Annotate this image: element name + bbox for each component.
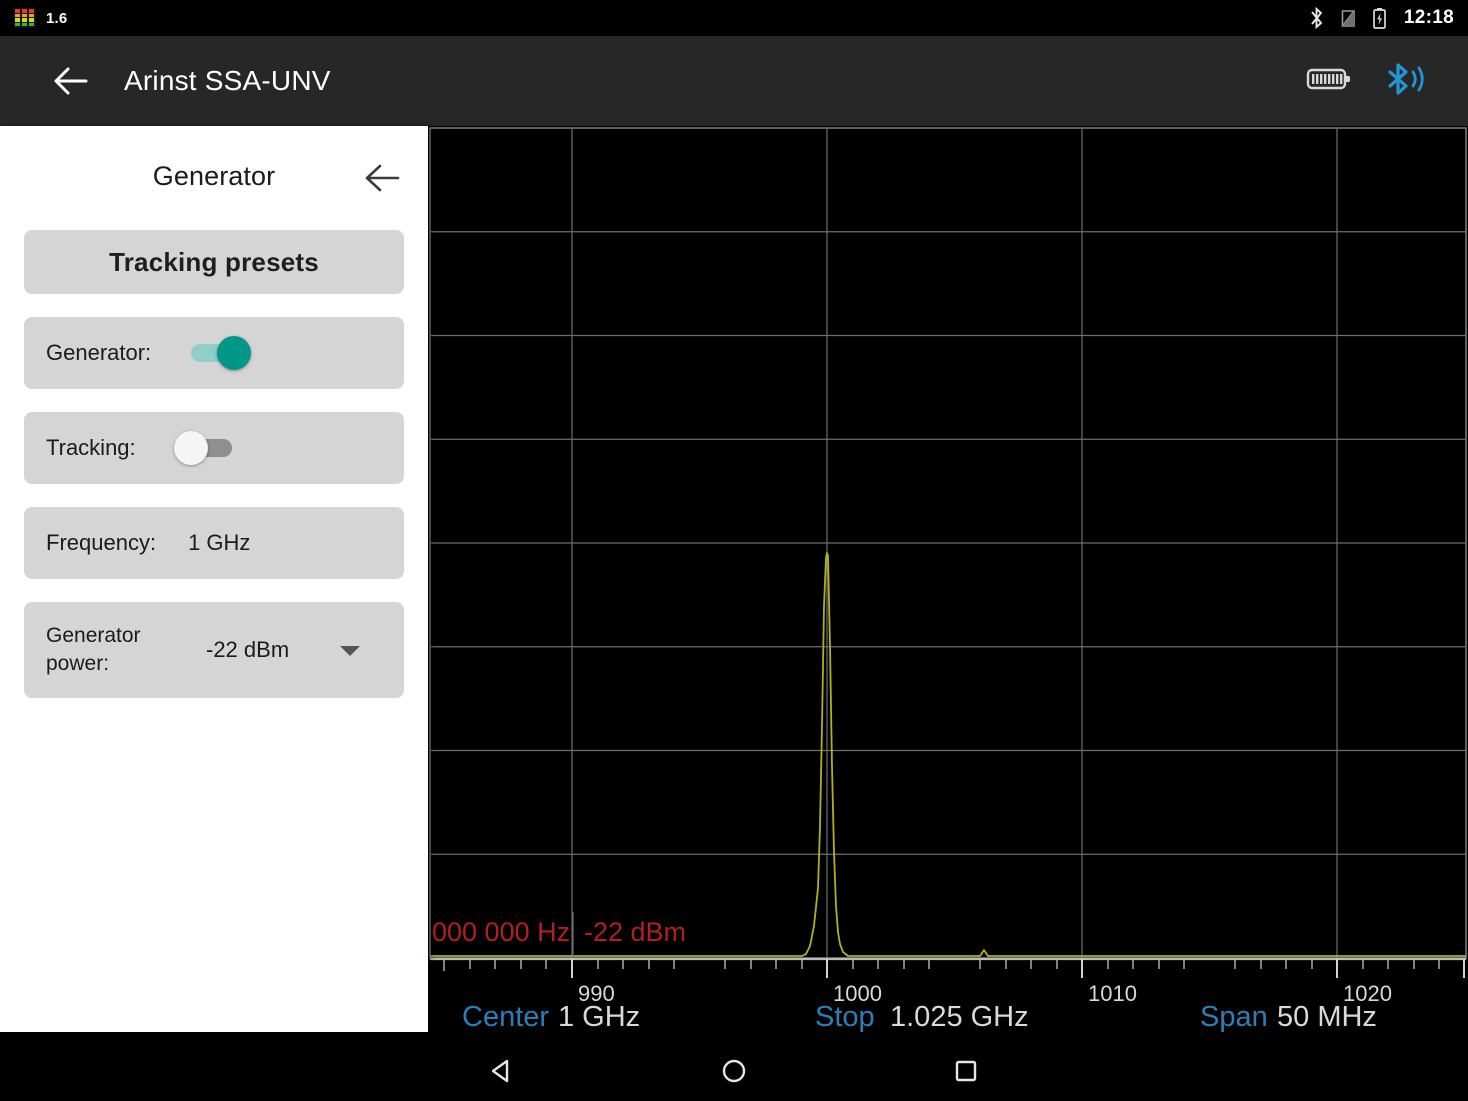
bluetooth-connected-icon[interactable]: [1382, 59, 1428, 104]
app-bar-actions: [1306, 59, 1446, 104]
battery-charging-icon: [1373, 7, 1386, 29]
frequency-label: Frequency:: [46, 530, 157, 555]
battery-full-icon[interactable]: [1306, 65, 1352, 98]
span-value: 50 MHz: [1277, 1001, 1377, 1033]
center-value: 1 GHz: [558, 1001, 640, 1033]
android-navigation-bar: [0, 1041, 1468, 1101]
generator-power-label: Generator power:: [46, 622, 196, 678]
generator-drawer: Generator Tracking presets Generator: Tr…: [0, 126, 428, 1032]
frequency-row[interactable]: Frequency: 1 GHz: [24, 507, 404, 579]
status-bar: 1.6 12:18: [0, 0, 1468, 36]
status-bar-left: 1.6: [14, 8, 67, 28]
switch-thumb: [217, 336, 252, 370]
circle-home-icon[interactable]: [704, 1048, 764, 1094]
status-bar-clock: 12:18: [1403, 7, 1454, 28]
tracking-toggle-switch[interactable]: [173, 431, 238, 465]
marker-frequency-text: 000 000 Hz: [432, 917, 570, 947]
app-title: Arinst SSA-UNV: [124, 65, 331, 96]
generator-power-label-line2: power:: [46, 652, 110, 675]
generator-toggle-switch[interactable]: [189, 336, 253, 370]
status-bar-right: 12:18: [1307, 7, 1454, 30]
status-bar-app-label: 1.6: [46, 9, 68, 27]
back-arrow-icon[interactable]: [48, 58, 94, 104]
tracking-presets-button[interactable]: Tracking presets: [24, 230, 404, 294]
generator-power-row[interactable]: Generator power: -22 dBm: [24, 602, 404, 698]
center-label: Center: [462, 1001, 549, 1033]
stop-value: 1.025 GHz: [890, 1001, 1029, 1033]
generator-toggle-row[interactable]: Generator:: [24, 317, 404, 389]
panel-title: Generator: [152, 160, 276, 191]
mute-icon: [1341, 10, 1355, 27]
square-recents-icon[interactable]: [936, 1048, 996, 1094]
generator-toggle-label: Generator:: [46, 340, 152, 365]
tracking-toggle-row[interactable]: Tracking:: [24, 412, 404, 484]
generator-power-label-line1: Generator: [46, 624, 141, 647]
chart-footer: Center 1 GHz Stop 1.025 GHz Span 50 MHz: [462, 1001, 1377, 1033]
back-arrow-icon[interactable]: [360, 156, 404, 200]
device-screen: 1.6 12:18 Arinst SSA-UNV 000 000 Hz -22 …: [0, 0, 1468, 1101]
chevron-down-icon[interactable]: [340, 646, 360, 656]
app-bar: Arinst SSA-UNV: [0, 36, 1468, 126]
marker-level-text: -22 dBm: [584, 917, 686, 947]
x-tick-label: 1010: [1088, 981, 1137, 1006]
bluetooth-icon: [1311, 7, 1323, 29]
triangle-back-icon[interactable]: [472, 1048, 532, 1094]
equalizer-icon: [14, 8, 36, 28]
tracking-toggle-label: Tracking:: [46, 435, 136, 460]
generator-panel-header: Generator: [0, 126, 428, 226]
generator-power-value[interactable]: -22 dBm: [206, 637, 289, 663]
tracking-presets-label: Tracking presets: [109, 246, 319, 277]
switch-thumb: [173, 431, 208, 465]
generator-panel-body: Tracking presets Generator: Tracking: Fr…: [0, 230, 428, 698]
stop-label: Stop: [815, 1001, 875, 1033]
frequency-value[interactable]: 1 GHz: [188, 530, 250, 556]
span-label: Span: [1200, 1001, 1268, 1033]
